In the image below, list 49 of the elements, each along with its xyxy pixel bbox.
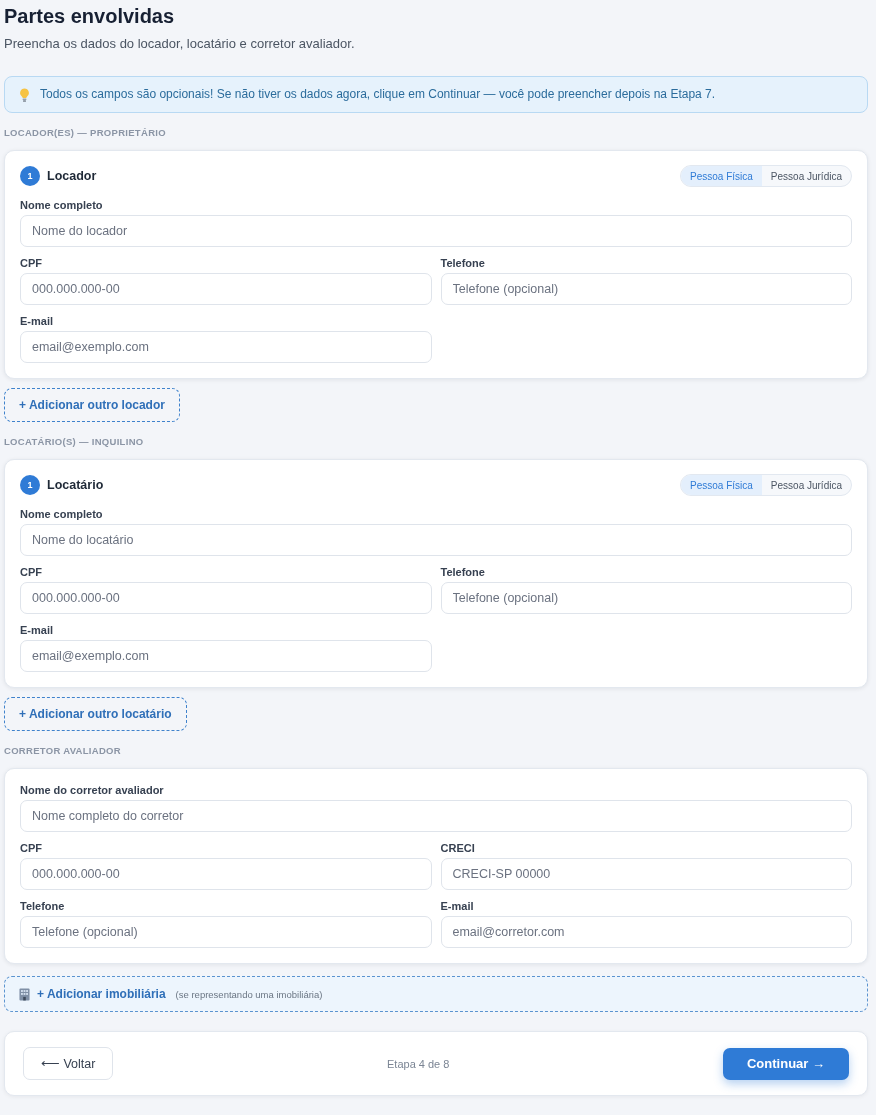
add-agency-button[interactable]: + Adicionar imobiliária (se representando uma imobiliária) (4, 976, 868, 1012)
field-label: Nome completo (20, 508, 103, 520)
number-badge: 1 (20, 475, 40, 495)
lightbulb-icon (19, 87, 30, 102)
field-label: Telefone (440, 257, 485, 269)
person-type-tab[interactable]: Pessoa Física (681, 166, 762, 186)
field-label: Nome do corretor avaliador (20, 784, 164, 796)
page-subtitle: Preencha os dados do locador, locatário e corretor avaliador. (4, 36, 355, 52)
field-label: E-mail (20, 315, 53, 327)
input-field[interactable]: CRECI-SP 00000 (440, 858, 852, 890)
input-field[interactable]: 000.000.000-00 (20, 858, 432, 890)
input-field[interactable]: 000.000.000-00 (20, 582, 432, 614)
add-party-button[interactable]: + Adicionar outro locador (4, 388, 180, 422)
section-label: LOCATÁRIO(S) — INQUILINO (4, 436, 144, 448)
continue-button[interactable]: Continuar → (723, 1047, 849, 1080)
input-field[interactable]: 000.000.000-00 (20, 273, 432, 305)
agency-note: (se representando uma imobiliária) (175, 988, 323, 1000)
field-label: E-mail (20, 624, 53, 636)
input-field[interactable]: email@corretor.com (440, 916, 852, 948)
person-type-tab[interactable]: Pessoa Física (681, 475, 762, 495)
input-field[interactable]: Telefone (opcional) (20, 916, 432, 948)
field-label: Telefone (440, 566, 485, 578)
field-label: Telefone (20, 900, 65, 912)
input-field[interactable]: Telefone (opcional) (440, 582, 852, 614)
back-button[interactable]: ⟵ Voltar (23, 1047, 114, 1080)
party-title: Locatário (47, 478, 104, 492)
page-title: Partes envolvidas (4, 4, 175, 28)
input-field[interactable]: Nome do locatário (20, 524, 852, 556)
building-icon (19, 987, 30, 1001)
section-label: LOCADOR(ES) — PROPRIETÁRIO (4, 127, 166, 139)
input-field[interactable]: email@exemplo.com (20, 331, 432, 363)
number-badge: 1 (20, 166, 40, 186)
field-label: CRECI (440, 842, 475, 854)
input-field[interactable]: Nome completo do corretor (20, 800, 852, 832)
field-label: E-mail (440, 900, 474, 912)
input-field[interactable]: email@exemplo.com (20, 640, 432, 672)
person-type-tab[interactable]: Pessoa Jurídica (761, 166, 851, 186)
field-label: Nome completo (20, 199, 103, 211)
input-field[interactable]: Nome do locador (20, 215, 852, 247)
info-text: Todos os campos são opcionais! Se não tiver os dados agora, clique em Continuar — você pode preencher depois na Etapa 7. (40, 87, 716, 102)
party-title: Locador (47, 169, 97, 183)
add-party-button[interactable]: + Adicionar outro locatário (4, 697, 187, 731)
person-type-tab[interactable]: Pessoa Jurídica (761, 475, 851, 495)
field-label: CPF (20, 257, 42, 269)
step-indicator: Etapa 4 de 8 (387, 1057, 450, 1070)
field-label: CPF (20, 566, 42, 578)
section-label: CORRETOR AVALIADOR (4, 745, 121, 757)
field-label: CPF (20, 842, 42, 854)
input-field[interactable]: Telefone (opcional) (440, 273, 852, 305)
